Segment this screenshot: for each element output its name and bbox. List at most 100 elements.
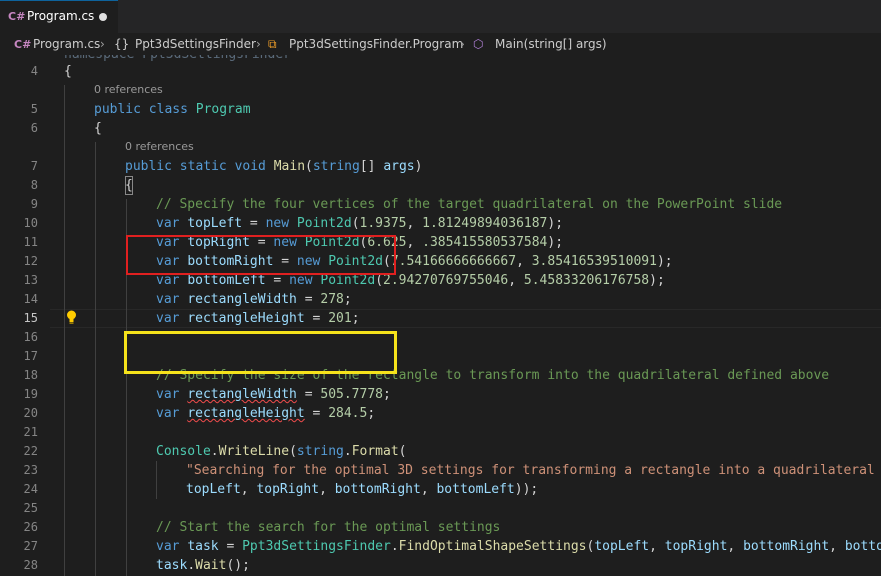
token: public static void — [125, 159, 274, 174]
token: Format — [351, 444, 399, 459]
namespace-braces-icon: {} — [114, 37, 130, 51]
token: bottomRight — [334, 482, 421, 497]
token: var — [156, 216, 180, 231]
token: ( — [305, 159, 313, 174]
code-line-24: topLeft, topRight, bottomRight, bottomLe… — [186, 482, 539, 497]
token: public class — [94, 102, 196, 117]
token: 278 — [320, 292, 344, 307]
tab-program-cs[interactable]: C# Program.cs — [0, 0, 118, 33]
chevron-right-icon: › — [256, 37, 261, 51]
token: ) — [414, 159, 423, 174]
line-number-active: 15 — [23, 311, 38, 325]
yellow-highlight-box — [124, 331, 397, 374]
unsaved-changes-dot-icon[interactable] — [99, 13, 107, 21]
token: args — [383, 159, 415, 174]
line-number: 21 — [23, 425, 38, 439]
breadcrumb-method[interactable]: Main(string[] args) — [495, 37, 607, 51]
line-number: 6 — [30, 121, 38, 135]
token: var — [156, 406, 180, 421]
token: 1.81249894036187 — [422, 216, 548, 231]
line-number: 8 — [30, 178, 38, 192]
token: 2.94270769755046 — [383, 273, 509, 288]
code-line-10: var topLeft = new Point2d(1.9375, 1.8124… — [156, 216, 564, 231]
code-line-15: var rectangleHeight = 201; — [156, 311, 360, 326]
breadcrumb-class[interactable]: Ppt3dSettingsFinder.Program — [289, 37, 463, 51]
code-line-8: { — [125, 176, 133, 195]
token: Point2d — [296, 216, 352, 231]
token: var — [156, 311, 180, 326]
line-number: 25 — [23, 501, 38, 515]
token: FindOptimalShapeSettings — [398, 539, 587, 554]
tab-label: Program.cs — [27, 9, 95, 23]
line-number-gutter[interactable]: 4 5 6 7 8 9 10 11 12 13 14 15 16 17 18 1… — [0, 55, 50, 576]
line-number: 24 — [23, 482, 38, 496]
line-number: 4 — [30, 64, 38, 78]
token: new — [265, 216, 290, 231]
token: Program — [195, 102, 251, 117]
line-number: 11 — [23, 235, 38, 249]
breadcrumb: C# Program.cs › {} Ppt3dSettingsFinder ›… — [0, 33, 881, 55]
token: rectangleHeight — [187, 311, 305, 326]
token: 1.9375 — [359, 216, 407, 231]
code-line-4: { — [64, 64, 72, 79]
lightbulb-icon[interactable] — [66, 310, 77, 324]
line-number: 27 — [23, 539, 38, 553]
token: 201 — [328, 311, 352, 326]
code-line-6: { — [94, 121, 102, 136]
method-cube-icon: ⬡ — [473, 37, 484, 51]
token-error: rectangleHeight — [187, 406, 305, 421]
token: bottom — [844, 539, 881, 554]
line-number: 20 — [23, 406, 38, 420]
code-line-19: var rectangleWidth = 505.7778; — [156, 387, 391, 402]
code-line-28: task.Wait(); — [156, 558, 250, 573]
line-number: 22 — [23, 444, 38, 458]
token: string — [312, 159, 360, 174]
code-line-5: public class Program — [94, 100, 251, 119]
token: var — [156, 387, 180, 402]
token: bottomLeft — [436, 482, 515, 497]
line-number: 28 — [23, 558, 38, 572]
codelens-references[interactable]: 0 references — [125, 140, 194, 153]
code-line-14: var rectangleWidth = 278; — [156, 292, 352, 307]
breadcrumb-namespace[interactable]: Ppt3dSettingsFinder — [135, 37, 256, 51]
breadcrumb-file[interactable]: Program.cs — [33, 37, 100, 51]
token: Wait — [195, 558, 227, 573]
token: .385415580537584 — [422, 235, 548, 250]
code-line-27: var task = Ppt3dSettingsFinder.FindOptim… — [156, 537, 881, 556]
line-number: 17 — [23, 349, 38, 363]
token: topRight — [664, 539, 728, 554]
token: Point2d — [320, 273, 376, 288]
chevron-right-icon: › — [460, 37, 465, 51]
indent-guide — [95, 142, 96, 576]
token: new — [289, 273, 313, 288]
line-number: 16 — [23, 330, 38, 344]
indent-guide — [64, 85, 65, 576]
token: 5.45833206176758 — [523, 273, 650, 288]
csharp-file-icon: C# — [8, 10, 26, 23]
line-number: 13 — [23, 273, 38, 287]
token: WriteLine — [218, 444, 290, 459]
chevron-right-icon: › — [100, 37, 105, 51]
token: var — [156, 273, 180, 288]
line-number: 26 — [23, 520, 38, 534]
code-line-26: // Start the search for the optimal sett… — [156, 520, 501, 535]
code-line-23: "Searching for the optimal 3D settings f… — [186, 463, 881, 478]
token: task — [156, 558, 188, 573]
line-number: 10 — [23, 216, 38, 230]
token: task — [187, 539, 219, 554]
token: Ppt3dSettingsFinder — [242, 539, 391, 554]
codelens-references[interactable]: 0 references — [94, 83, 163, 96]
token: [] — [359, 159, 384, 174]
code-line-9: // Specify the four vertices of the targ… — [156, 197, 783, 212]
token: topRight — [256, 482, 320, 497]
code-editor[interactable]: 4 5 6 7 8 9 10 11 12 13 14 15 16 17 18 1… — [0, 55, 881, 576]
line-number: 5 — [30, 102, 38, 116]
token: 7.54166666666667 — [390, 254, 517, 269]
editor-tab-bar: C# Program.cs — [0, 0, 881, 33]
class-icon: ⧉ — [268, 37, 277, 51]
faded-namespace-line: namespace Ppt3dSettingsFinder — [64, 55, 291, 64]
token: topLeft — [186, 482, 241, 497]
line-number: 7 — [30, 159, 38, 173]
code-line-22: Console.WriteLine(string.Format( — [156, 444, 407, 459]
code-line-20: var rectangleHeight = 284.5; — [156, 406, 376, 421]
